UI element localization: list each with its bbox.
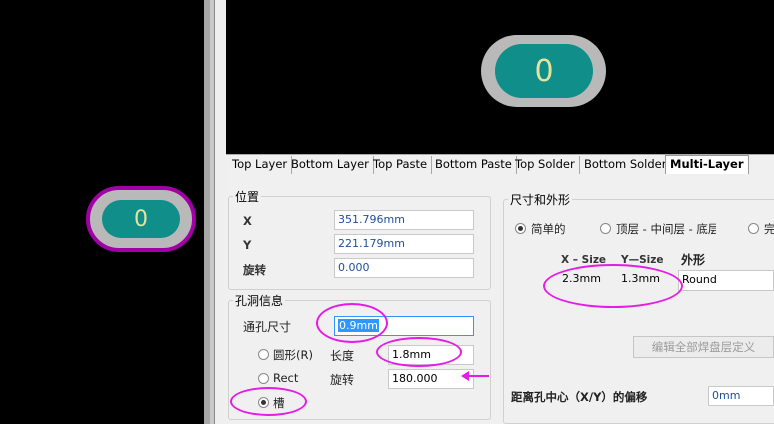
offset-label: 距离孔中心（X/Y）的偏移 (511, 390, 648, 404)
preview-pad: 0 (481, 35, 606, 107)
tab-multi-layer[interactable]: Multi-Layer (665, 155, 749, 174)
round-label[interactable]: 圆形(R) (273, 347, 313, 363)
tab-bottom-paste[interactable]: Bottom Paste (431, 156, 517, 174)
shape-header: 外形 (681, 253, 706, 267)
tab-top-solder[interactable]: Top Solder (511, 156, 580, 174)
full-stack-label[interactable]: 完 (764, 221, 774, 237)
hole-title: 孔洞信息 (233, 292, 286, 309)
top-mid-bottom-label[interactable]: 顶层 - 中间层 - 底层 (616, 221, 716, 237)
rotation-label: 旋转 (243, 263, 266, 277)
tab-bottom-solder[interactable]: Bottom Solder (580, 156, 672, 174)
pad-copper: 0 (102, 200, 180, 238)
layer-tabs: Top Layer Bottom Layer Top Paste Bottom … (226, 154, 774, 174)
annotation-slot (230, 387, 307, 416)
length-label: 长度 (330, 349, 355, 363)
pad-selected[interactable]: 0 (86, 186, 196, 252)
simple-radio[interactable] (515, 223, 526, 234)
tab-bottom-layer[interactable]: Bottom Layer (287, 156, 374, 174)
rect-label[interactable]: Rect (273, 371, 298, 385)
preview-pad-copper: 0 (495, 44, 593, 98)
dialog-border (214, 0, 226, 424)
annotation-arrowhead (461, 371, 469, 381)
location-title: 位置 (233, 188, 262, 205)
top-mid-bottom-radio[interactable] (600, 223, 611, 234)
annotation-hole-size (316, 303, 388, 343)
simple-label[interactable]: 简单的 (531, 221, 566, 237)
full-stack-radio[interactable] (748, 223, 759, 234)
annotation-pad-size (543, 264, 683, 308)
offset-field[interactable]: 0mm (708, 386, 774, 406)
pad-designator: 0 (134, 206, 148, 232)
x-field[interactable]: 351.796mm (334, 210, 474, 230)
pcb-canvas[interactable]: 0 (0, 0, 204, 424)
pad-preview: 0 (226, 0, 774, 154)
size-shape-title: 尺寸和外形 (508, 191, 573, 208)
rotation-field[interactable]: 0.000 (334, 258, 474, 278)
edit-all-layers-button[interactable]: 编辑全部焊盘层定义 (633, 336, 774, 358)
annotation-length (376, 337, 462, 367)
y-field[interactable]: 221.179mm (334, 234, 474, 254)
y-label: Y (243, 238, 252, 252)
x-label: X (243, 214, 252, 228)
hole-size-label: 通孔尺寸 (243, 320, 292, 334)
pad-properties-dialog: 0 Top Layer Bottom Layer Top Paste Botto… (226, 0, 774, 424)
round-radio[interactable] (258, 349, 269, 360)
tab-top-paste[interactable]: Top Paste (369, 156, 433, 174)
rect-radio[interactable] (258, 373, 269, 384)
shape-select[interactable]: Round (678, 270, 774, 291)
slot-rotation-label: 旋转 (330, 373, 355, 387)
preview-pad-designator: 0 (534, 53, 554, 89)
tab-top-layer[interactable]: Top Layer (228, 156, 293, 174)
